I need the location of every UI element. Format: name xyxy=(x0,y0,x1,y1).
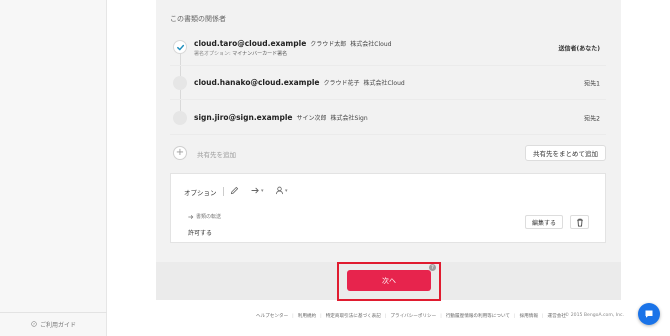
participant-email: sign.jiro@sign.example xyxy=(194,113,293,122)
participants-title: この書類の関係者 xyxy=(170,15,226,23)
add-recipient-label[interactable]: 共有先を追加 xyxy=(197,149,236,159)
completed-marker xyxy=(173,40,187,54)
participant-email: cloud.taro@cloud.example xyxy=(194,38,307,48)
options-label: オプション xyxy=(184,189,217,197)
participant-company: 株式会社Cloud xyxy=(363,80,405,87)
transfer-option-dropdown[interactable]: ▾ xyxy=(251,186,264,195)
delete-button[interactable] xyxy=(570,215,589,229)
participant-email: cloud.hanako@cloud.example xyxy=(194,78,320,87)
pending-marker xyxy=(173,76,187,90)
participant-company: 株式会社Cloud xyxy=(350,40,392,48)
add-recipient-row: + 共有先を追加 共有先をまとめて追加 xyxy=(170,138,606,168)
plus-icon: + xyxy=(175,147,185,158)
footer-links: ヘルプセンター | 利用規約 | 特定商取引法に基づく表記 | プライバシーポリシー |… xyxy=(252,313,570,320)
pen-option-button[interactable] xyxy=(230,186,239,195)
check-icon xyxy=(177,44,185,51)
chevron-down-icon: ▾ xyxy=(261,187,264,194)
help-icon: ? xyxy=(31,320,37,329)
arrow-right-icon xyxy=(251,187,259,194)
options-card: オプション ▾ ▾ 書類の転送 許可する 編集する xyxy=(170,173,606,243)
transfer-title-label: 書類の転送 xyxy=(196,214,222,220)
participant-name: サイン次郎 xyxy=(296,115,327,122)
sign-option: 署名オプション: マイナンバーカード署名 xyxy=(194,50,391,57)
footer-link[interactable]: 特定商取引法に基づく表記 xyxy=(322,313,385,319)
user-guide-label: ご利用ガイド xyxy=(39,322,76,329)
footer-link[interactable]: プライバシーポリシー xyxy=(386,313,440,319)
user-option-dropdown[interactable]: ▾ xyxy=(275,186,288,195)
participant-row: sign.jiro@sign.example サイン次郎 株式会社Sign 宛先… xyxy=(170,101,606,135)
sign-option-value: マイナンバーカード署名 xyxy=(232,50,288,57)
footer-link[interactable]: 採用情報 xyxy=(516,313,542,319)
participant-company: 株式会社Sign xyxy=(330,115,368,122)
participant-row: cloud.taro@cloud.example クラウド太郎 株式会社Clou… xyxy=(170,30,606,66)
help-icon[interactable]: ? xyxy=(429,264,436,271)
footer-link[interactable]: ヘルプセンター xyxy=(252,313,292,319)
pending-marker xyxy=(173,111,187,125)
user-guide-link[interactable]: ? ご利用ガイド xyxy=(0,312,107,336)
sidebar: ? ご利用ガイド xyxy=(0,0,107,336)
participant-role: 宛先1 xyxy=(584,80,600,87)
options-divider xyxy=(223,187,224,196)
edit-button[interactable]: 編集する xyxy=(524,215,563,229)
trash-icon xyxy=(576,218,583,226)
participant-name: クラウド花子 xyxy=(323,80,360,87)
chat-button[interactable] xyxy=(638,303,660,325)
next-button[interactable]: 次へ xyxy=(347,270,431,291)
user-icon xyxy=(275,186,284,195)
arrow-right-icon xyxy=(188,214,194,219)
participant-row: cloud.hanako@cloud.example クラウド花子 株式会社Cl… xyxy=(170,66,606,100)
chat-icon xyxy=(645,310,653,318)
participant-role: 宛先2 xyxy=(584,115,600,122)
pen-icon xyxy=(230,186,239,195)
participant-name: クラウド太郎 xyxy=(310,40,347,48)
transfer-setting-value: 許可する xyxy=(188,230,213,237)
sign-option-prefix: 署名オプション: xyxy=(194,50,231,57)
participant-role: 送信者(あなた) xyxy=(558,45,601,52)
footer-link[interactable]: 利用規約 xyxy=(294,313,320,319)
copyright: © 2015 BengoA.com, Inc. xyxy=(564,313,624,318)
svg-text:?: ? xyxy=(33,322,35,326)
footer-link[interactable]: 行動履歴情報の利用等について xyxy=(442,313,514,319)
bulk-add-button[interactable]: 共有先をまとめて追加 xyxy=(525,145,606,161)
transfer-setting-title: 書類の転送 xyxy=(188,213,221,220)
chevron-down-icon: ▾ xyxy=(285,187,288,194)
add-recipient-button[interactable]: + xyxy=(173,146,187,160)
